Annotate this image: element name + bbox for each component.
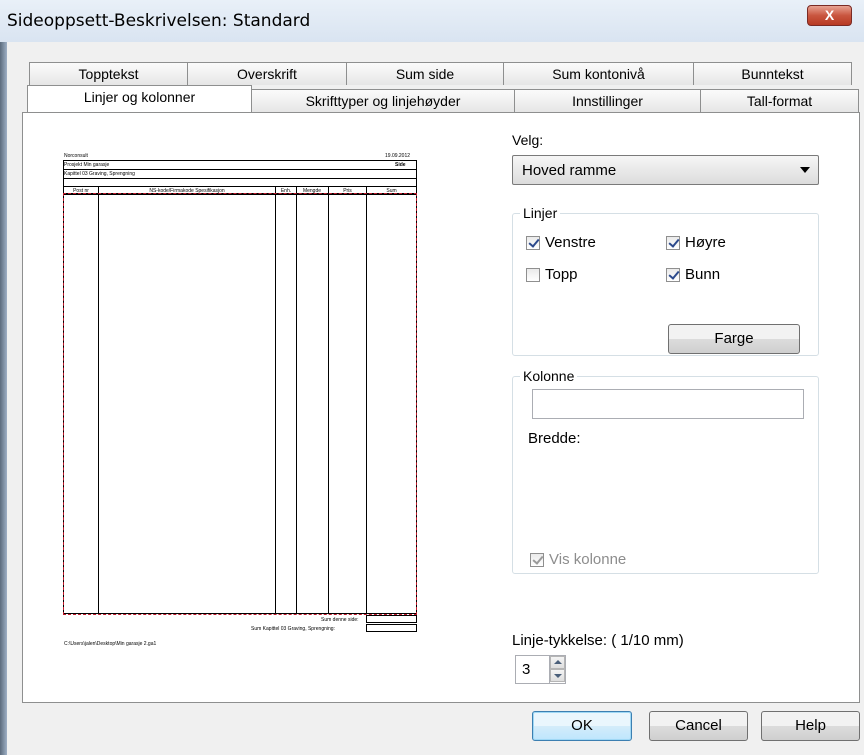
spin-down-icon[interactable] <box>550 669 565 682</box>
tab-bunntekst[interactable]: Bunntekst <box>693 62 852 85</box>
kolonne-input[interactable] <box>532 389 804 419</box>
checkbox-checked-icon <box>666 267 680 282</box>
linjer-title: Linjer <box>520 205 561 221</box>
spinner-buttons <box>549 656 565 683</box>
topp-checkbox[interactable]: Topp <box>526 266 578 283</box>
kolonne-title: Kolonne <box>520 368 578 384</box>
venstre-checkbox[interactable]: Venstre <box>526 234 596 251</box>
preview-divider <box>63 186 417 187</box>
velg-selected-value: Hoved ramme <box>522 162 617 179</box>
help-button[interactable]: Help <box>761 711 860 741</box>
close-button[interactable]: X <box>807 5 852 26</box>
linje-tykkelse-spinner[interactable]: 3 <box>515 655 566 684</box>
preview-company: Norconsult <box>64 153 88 159</box>
preview-sum-chapter-box <box>366 624 417 632</box>
cancel-button[interactable]: Cancel <box>649 711 748 741</box>
preview-sum-chapter: Sum Kapittel 03 Graving, Sprengning: <box>251 626 335 632</box>
velg-select[interactable]: Hoved ramme <box>512 155 819 185</box>
venstre-label: Venstre <box>545 234 596 251</box>
checkbox-unchecked-icon <box>526 267 540 282</box>
preview-selected-frame <box>63 193 417 615</box>
preview-sum-page-box <box>366 615 417 623</box>
dialog-client: Topptekst Overskrift Sum side Sum konton… <box>7 42 864 755</box>
hoyre-label: Høyre <box>685 234 726 251</box>
bunn-checkbox[interactable]: Bunn <box>666 266 720 283</box>
preview-sum-page: Sum denne side: <box>321 617 359 623</box>
preview-page-label: Side <box>395 162 406 168</box>
linje-tykkelse-label: Linje-tykkelse: ( 1/10 mm) <box>512 632 684 649</box>
tab-panel: Norconsult 19.09.2012 Prosjekt Min garas… <box>22 112 860 703</box>
velg-label: Velg: <box>512 132 544 148</box>
vis-kolonne-label: Vis kolonne <box>549 551 627 568</box>
checkbox-checked-icon <box>526 235 540 250</box>
farge-button[interactable]: Farge <box>668 324 800 354</box>
preview-project: Prosjekt Min garasje <box>64 162 110 168</box>
checkbox-checked-icon <box>666 235 680 250</box>
window-title: Sideoppsett-Beskrivelsen: Standard <box>7 11 311 31</box>
chevron-down-icon <box>800 167 810 173</box>
vis-kolonne-checkbox[interactable]: Vis kolonne <box>530 551 626 568</box>
window-border <box>0 42 7 755</box>
tab-innstillinger[interactable]: Innstillinger <box>514 89 701 112</box>
title-bar: Sideoppsett-Beskrivelsen: Standard X <box>0 0 864 42</box>
linjer-group: Linjer Venstre Høyre Topp Bunn Farge <box>512 205 819 356</box>
bunn-label: Bunn <box>685 266 721 283</box>
preview-divider <box>63 169 417 170</box>
ok-button[interactable]: OK <box>532 711 632 741</box>
hoyre-checkbox[interactable]: Høyre <box>666 234 726 251</box>
tab-skrifttyper[interactable]: Skrifttyper og linjehøyder <box>251 89 515 112</box>
tab-linjer-og-kolonner[interactable]: Linjer og kolonner <box>27 85 252 112</box>
preview-date: 19.09.2012 <box>385 153 411 159</box>
tab-sum-kontoniva[interactable]: Sum kontonivå <box>503 62 694 85</box>
preview-file-path: C:\Users\jalen\Desktop\Min garasje 2.ga1 <box>64 641 157 647</box>
spin-up-icon[interactable] <box>550 656 565 669</box>
kolonne-group: Kolonne Bredde: Vis kolonne <box>512 368 819 574</box>
linje-tykkelse-value: 3 <box>522 661 531 678</box>
tab-overskrift[interactable]: Overskrift <box>187 62 347 85</box>
bredde-label: Bredde: <box>528 430 581 447</box>
tab-topptekst[interactable]: Topptekst <box>29 62 188 85</box>
tab-tall-format[interactable]: Tall-format <box>700 89 859 112</box>
checkbox-checked-icon <box>530 552 544 567</box>
tab-sum-side[interactable]: Sum side <box>346 62 504 85</box>
topp-label: Topp <box>545 266 578 283</box>
preview-chapter: Kapittel 03 Graving, Sprengning <box>64 171 135 177</box>
preview-divider <box>63 178 417 179</box>
